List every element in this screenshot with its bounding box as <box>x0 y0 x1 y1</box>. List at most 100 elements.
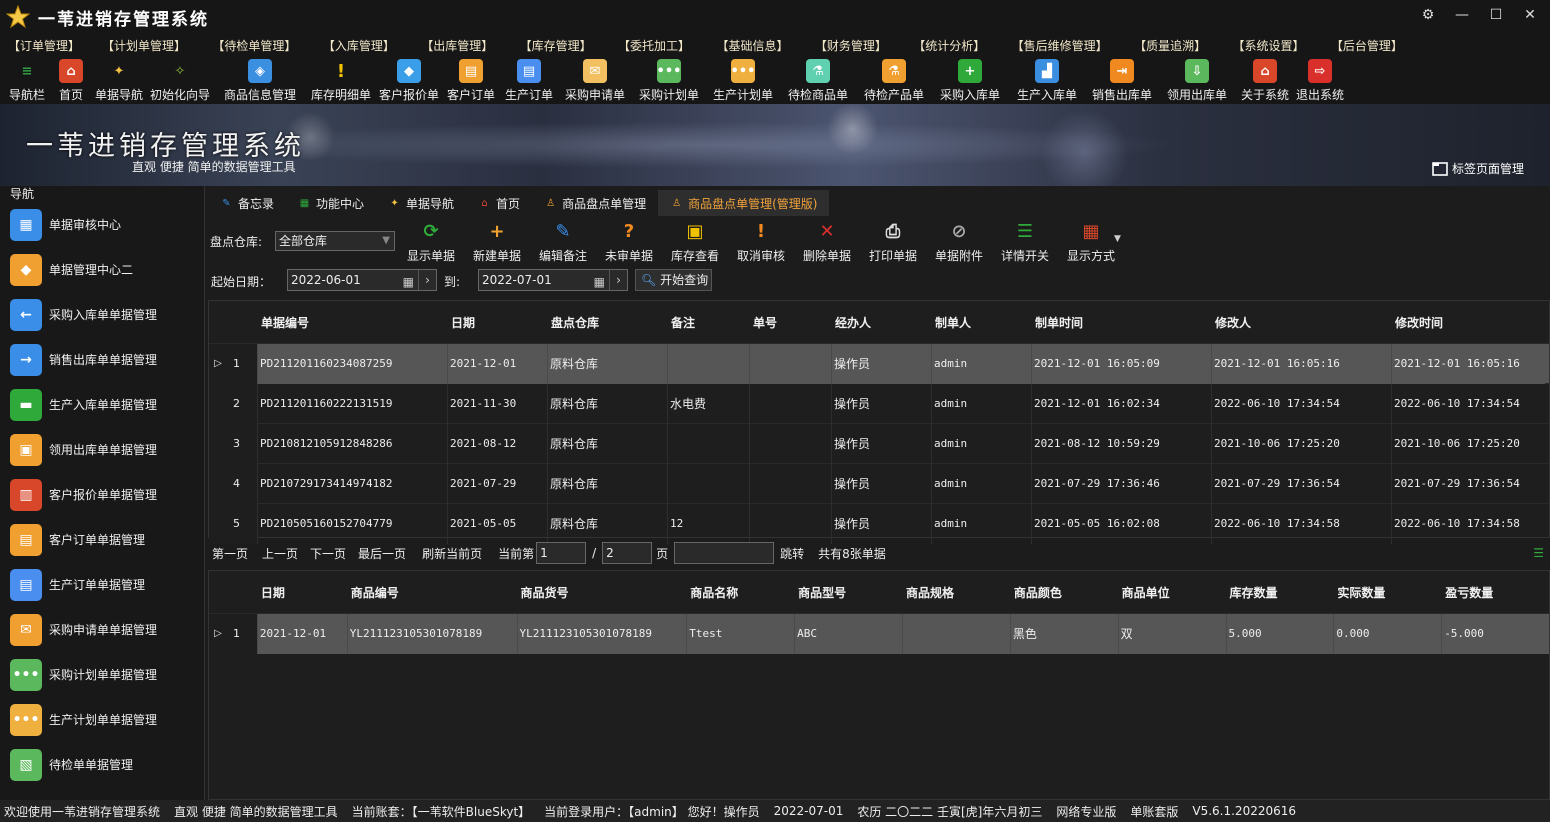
column-header[interactable]: 盘点仓库 <box>547 314 667 331</box>
tab-4[interactable]: ♙ 商品盘点单管理 <box>532 190 658 216</box>
table-row[interactable]: 5 PD210505160152704779 2021-05-05 原料仓库 12 操作员… <box>209 503 1549 544</box>
sidebar-item-7[interactable]: ▤ 客户订单单据管理 <box>0 517 204 562</box>
menu-item-1[interactable]: 【计划单管理】 <box>102 37 186 54</box>
table-row[interactable]: 2 PD211201160222131519 2021-11-30 原料仓库 水电费 操作… <box>209 383 1549 424</box>
question-action-button[interactable]: ? 未审单据 <box>596 218 662 264</box>
menu-item-6[interactable]: 【委托加工】 <box>618 37 690 54</box>
edit-action-button[interactable]: ✎ 编辑备注 <box>530 218 596 264</box>
prev-page-link[interactable]: 上一页 <box>262 545 298 562</box>
column-header[interactable]: 库存数量 <box>1226 584 1334 601</box>
menu-item-8[interactable]: 【财务管理】 <box>815 37 887 54</box>
table-row[interactable]: ▷ 1 2021-12-01 YL211123105301078189 YL211123… <box>209 613 1550 654</box>
refresh-page-link[interactable]: 刷新当前页 <box>422 545 482 562</box>
toolbar-outbound-button[interactable]: ⇥ 销售出库单 <box>1086 56 1158 104</box>
column-header[interactable]: 实际数量 <box>1333 584 1441 601</box>
end-date-input[interactable]: 2022-07-01 ▦ › <box>478 269 628 291</box>
menu-item-13[interactable]: 【后台管理】 <box>1331 37 1403 54</box>
sidebar-item-10[interactable]: ••• 采购计划单单据管理 <box>0 652 204 697</box>
toolbar-forklift-button[interactable]: ▟ 生产入库单 <box>1008 56 1086 104</box>
calendar-icon[interactable]: ▦ <box>403 272 414 292</box>
paperclip-action-button[interactable]: ⊘ 单据附件 <box>926 218 992 264</box>
column-header[interactable]: 商品编号 <box>347 584 517 601</box>
column-header[interactable]: 经办人 <box>831 314 931 331</box>
chevron-right-icon[interactable]: › <box>418 270 436 290</box>
refresh-action-button[interactable]: ⟳ 显示单据 <box>398 218 464 264</box>
toolbar-order-button[interactable]: ▤ 客户订单 <box>442 56 500 104</box>
start-date-input[interactable]: 2022-06-01 ▦ › <box>287 269 437 291</box>
table-row[interactable]: 4 PD210729173414974182 2021-07-29 原料仓库 操作员 ad… <box>209 463 1549 504</box>
sidebar-item-6[interactable]: ▥ 客户报价单单据管理 <box>0 472 204 517</box>
list-view-icon[interactable]: ☰ <box>1533 546 1544 560</box>
jump-button[interactable]: 跳转 <box>780 545 804 562</box>
menu-item-5[interactable]: 【库存管理】 <box>520 37 592 54</box>
toolbar-production-order-button[interactable]: ▤ 生产订单 <box>500 56 558 104</box>
sidebar-item-1[interactable]: ◆ 单据管理中心二 <box>0 247 204 292</box>
close-icon[interactable]: ✕ <box>1522 7 1538 23</box>
column-header[interactable]: 制单人 <box>931 314 1031 331</box>
menu-item-9[interactable]: 【统计分析】 <box>913 37 985 54</box>
printer-action-button[interactable]: ⎙ 打印单据 <box>860 218 926 264</box>
tab-0[interactable]: ✎ 备忘录 <box>208 190 286 216</box>
last-page-link[interactable]: 最后一页 <box>358 545 406 562</box>
toolbar-exit-button[interactable]: ⇨ 退出系统 <box>1294 56 1346 104</box>
toolbar-magic-wand-button[interactable]: ✧ 初始化向导 <box>146 56 214 104</box>
sidebar-item-2[interactable]: ← 采购入库单单据管理 <box>0 292 204 337</box>
table-row[interactable]: ▷ 1 PD211201160234087259 2021-12-01 原料仓库 操作员 a… <box>209 343 1549 384</box>
add-action-button[interactable]: + 新建单据 <box>464 218 530 264</box>
toolbar-cubes-button[interactable]: ◈ 商品信息管理 <box>214 56 306 104</box>
tab-2[interactable]: ✦ 单据导航 <box>376 190 466 216</box>
table-row[interactable]: 3 PD210812105912848286 2021-08-12 原料仓库 操作员 ad… <box>209 423 1549 464</box>
column-header[interactable]: 制单时间 <box>1031 314 1211 331</box>
toolbar-home-button[interactable]: ⌂ 关于系统 <box>1236 56 1294 104</box>
toolbar-menu-button[interactable]: ≡ 导航栏 <box>4 56 50 104</box>
menu-item-0[interactable]: 【订单管理】 <box>8 37 80 54</box>
column-header[interactable]: 商品货号 <box>517 584 687 601</box>
first-page-link[interactable]: 第一页 <box>212 545 248 562</box>
column-header[interactable]: 单号 <box>749 314 831 331</box>
toolbar-request-button[interactable]: ✉ 采购申请单 <box>558 56 632 104</box>
column-header[interactable]: 商品单位 <box>1118 584 1226 601</box>
column-header[interactable]: 盈亏数量 <box>1441 584 1549 601</box>
jump-page-input[interactable] <box>674 542 775 564</box>
next-page-link[interactable]: 下一页 <box>310 545 346 562</box>
column-header[interactable]: 修改时间 <box>1391 314 1545 331</box>
menu-item-2[interactable]: 【待检单管理】 <box>212 37 296 54</box>
display-mode-dropdown-icon[interactable]: ▼ <box>1114 234 1121 244</box>
column-header[interactable]: 备注 <box>667 314 749 331</box>
menu-item-10[interactable]: 【售后维修管理】 <box>1012 37 1108 54</box>
toolbar-chat-button[interactable]: ••• 生产计划单 <box>706 56 780 104</box>
menu-item-7[interactable]: 【基础信息】 <box>716 37 788 54</box>
toolbar-warning-button[interactable]: ! 库存明细单 <box>306 56 376 104</box>
warning-action-button[interactable]: ! 取消审核 <box>728 218 794 264</box>
toolbar-plus-button[interactable]: + 采购入库单 <box>932 56 1008 104</box>
menu-item-4[interactable]: 【出库管理】 <box>421 37 493 54</box>
menu-item-12[interactable]: 【系统设置】 <box>1232 37 1304 54</box>
calendar-icon[interactable]: ▦ <box>594 272 605 292</box>
menu-item-3[interactable]: 【入库管理】 <box>323 37 395 54</box>
toolbar-flask-button[interactable]: ⚗ 待检商品单 <box>780 56 856 104</box>
tab-1[interactable]: ▦ 功能中心 <box>286 190 376 216</box>
tab-3[interactable]: ⌂ 首页 <box>466 190 532 216</box>
column-header[interactable]: 商品名称 <box>686 584 794 601</box>
column-header[interactable]: 商品规格 <box>902 584 1010 601</box>
tab-5[interactable]: ♙ 商品盘点单管理(管理版) <box>658 190 830 216</box>
sidebar-item-12[interactable]: ▧ 待检单单据管理 <box>0 742 204 787</box>
menu-item-11[interactable]: 【质量追溯】 <box>1134 37 1206 54</box>
sidebar-item-5[interactable]: ▣ 领用出库单单据管理 <box>0 427 204 472</box>
warehouse-select[interactable]: 全部仓库 ▼ <box>275 231 395 251</box>
start-query-button[interactable]: 🔍︎ 开始查询 <box>635 269 712 291</box>
column-header[interactable]: 日期 <box>257 584 347 601</box>
sidebar-item-9[interactable]: ✉ 采购申请单单据管理 <box>0 607 204 652</box>
sidebar-item-8[interactable]: ▤ 生产订单单据管理 <box>0 562 204 607</box>
sidebar-item-4[interactable]: ▬ 生产入库单单据管理 <box>0 382 204 427</box>
toolbar-wand-button[interactable]: ✦ 单据导航 <box>92 56 146 104</box>
chevron-right-icon[interactable]: › <box>609 270 627 290</box>
minimize-icon[interactable]: — <box>1454 7 1470 23</box>
column-header[interactable]: 商品型号 <box>794 584 902 601</box>
sidebar-item-0[interactable]: ▦ 单据审核中心 <box>0 202 204 247</box>
box-action-button[interactable]: ▣ 库存查看 <box>662 218 728 264</box>
toolbar-tag-button[interactable]: ◆ 客户报价单 <box>376 56 442 104</box>
toolbar-flask-button[interactable]: ⚗ 待检产品单 <box>856 56 932 104</box>
toolbar-home-button[interactable]: ⌂ 首页 <box>50 56 92 104</box>
column-header[interactable]: 单据编号 <box>257 314 447 331</box>
